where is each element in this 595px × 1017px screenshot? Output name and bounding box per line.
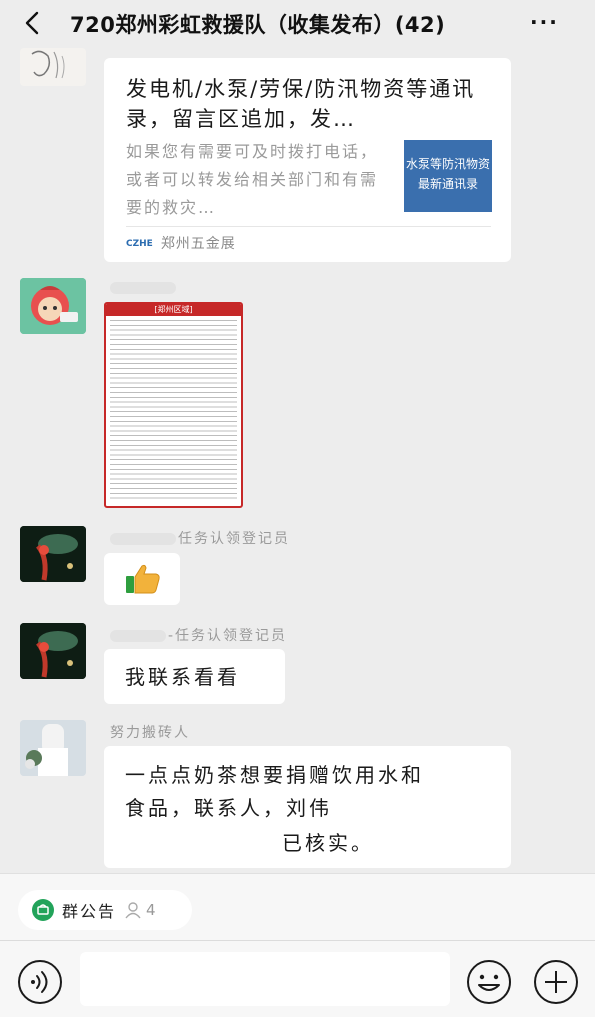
more-options-icon[interactable]: ··· <box>530 10 559 34</box>
text-message[interactable]: 一点点奶茶想要捐赠饮用水和 食品，联系人，刘伟 已核实。 <box>104 746 511 868</box>
link-card-source: CZHE 郑州五金展 <box>126 232 236 256</box>
avatar[interactable] <box>20 278 86 334</box>
message-text: 已核实。 <box>282 831 374 855</box>
redacted-text <box>110 533 176 545</box>
text-message[interactable]: 我联系看看 <box>104 649 285 704</box>
avatar[interactable] <box>20 526 86 582</box>
message-text: 我联系看看 <box>125 665 240 689</box>
thumbnail-text: 最新通讯录 <box>417 177 478 191</box>
source-logo: CZHE <box>126 239 153 249</box>
sheet-header: [郑州区域] <box>106 304 241 316</box>
thumbs-up-icon <box>126 564 160 594</box>
group-notice-label: 群公告 <box>62 902 117 921</box>
sender-name-redacted <box>110 280 178 296</box>
message-input[interactable] <box>80 952 450 1006</box>
emoji-icon[interactable] <box>466 959 512 1005</box>
avatar[interactable] <box>20 623 86 679</box>
redacted-text <box>110 282 176 294</box>
chat-title: 720郑州彩虹救援队（收集发布）(42) <box>70 13 446 37</box>
person-icon <box>125 902 141 919</box>
link-card-thumbnail: 水泵等防汛物资 最新通讯录 <box>404 140 492 212</box>
sender-name: 努力搬砖人 <box>110 725 190 741</box>
link-card-title: 发电机/水泵/劳保/防汛物资等通讯录，留言区追加，发… <box>126 77 476 131</box>
image-message[interactable]: [郑州区域] <box>104 302 243 508</box>
group-notice-count: 4 <box>124 901 156 919</box>
group-notice-chip[interactable]: 群公告 4 <box>18 890 192 930</box>
chat-header: 720郑州彩虹救援队（收集发布）(42) ··· <box>0 0 595 48</box>
plus-icon[interactable] <box>533 959 579 1005</box>
voice-input-icon[interactable] <box>17 959 63 1005</box>
sticker-message[interactable] <box>104 553 180 605</box>
link-card-description: 如果您有需要可及时拨打电话，或者可以转发给相关部门和有需要的救灾… <box>126 142 379 217</box>
avatar[interactable] <box>20 48 86 86</box>
sender-name: -任务认领登记员 <box>110 625 287 645</box>
divider <box>0 940 595 941</box>
message-text: 食品，联系人，刘伟 <box>125 796 332 820</box>
thumbnail-text: 水泵等防汛物资 <box>405 157 490 171</box>
group-notice-icon <box>32 899 54 921</box>
redacted-text <box>110 630 166 642</box>
avatar[interactable] <box>20 720 86 776</box>
sender-name: 任务认领登记员 <box>110 528 290 548</box>
message-text: 一点点奶茶想要捐赠饮用水和 <box>125 763 424 787</box>
link-card-message[interactable]: 发电机/水泵/劳保/防汛物资等通讯录，留言区追加，发… 如果您有需要可及时拨打电… <box>104 58 511 262</box>
source-name: 郑州五金展 <box>160 236 236 252</box>
bottom-bar: 群公告 4 <box>0 873 595 1017</box>
divider <box>126 226 491 227</box>
sheet-table <box>110 320 237 502</box>
back-arrow-icon[interactable] <box>20 10 46 36</box>
